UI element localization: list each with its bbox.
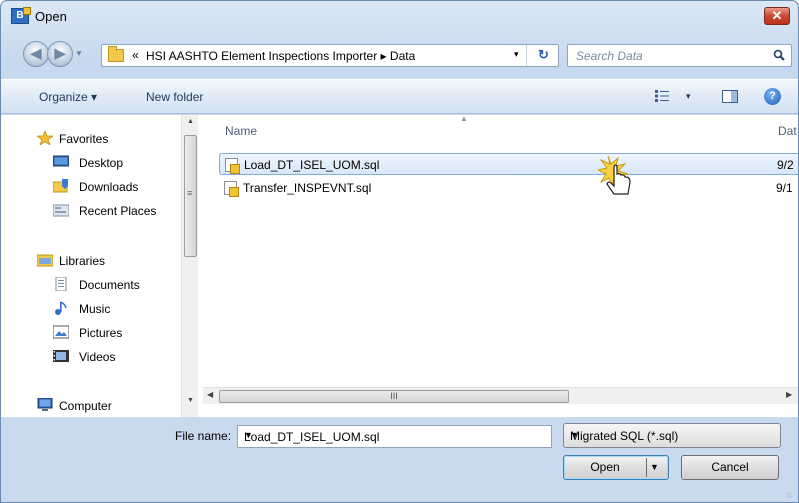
sidebar-item-label: Computer <box>59 399 112 413</box>
file-row[interactable]: Load_DT_ISEL_UOM.sql 9/2 <box>219 153 798 175</box>
hand-pointer-cursor-icon <box>598 155 631 195</box>
file-name-field[interactable]: Load_DT_ISEL_UOM.sql ▼ <box>237 425 552 448</box>
command-bar: Organize ▾ New folder ▾ ? <box>1 79 798 114</box>
music-icon <box>53 301 69 315</box>
sidebar-item-label: Downloads <box>79 180 139 194</box>
column-header-date[interactable]: Dat <box>778 124 797 138</box>
open-button-label[interactable]: Open <box>564 456 646 479</box>
new-folder-button[interactable]: New folder <box>146 90 203 104</box>
open-options-dropdown[interactable]: ▼ <box>650 456 659 479</box>
dialog-title: Open <box>35 9 67 24</box>
open-split-divider <box>646 458 647 477</box>
sidebar-item-recent-places[interactable]: Recent Places <box>1 201 179 221</box>
refresh-button[interactable]: ↻ <box>526 45 560 66</box>
open-dialog: B Open ✕ ◀ ▶ ▼ « HSI AASHTO Element Insp… <box>0 0 799 503</box>
search-placeholder: Search Data <box>576 49 643 63</box>
file-row[interactable]: Transfer_INSPEVNT.sql 9/1 <box>219 177 798 199</box>
recent-places-icon <box>52 203 70 217</box>
pictures-icon <box>52 325 70 339</box>
sidebar-item-libraries[interactable]: Libraries <box>1 251 179 271</box>
file-name-dropdown[interactable]: ▼ <box>244 430 545 440</box>
sidebar-item-pictures[interactable]: Pictures <box>1 323 179 343</box>
sidebar-item-music[interactable]: Music <box>1 299 179 319</box>
forward-button[interactable]: ▶ <box>47 41 73 67</box>
file-name[interactable]: Load_DT_ISEL_UOM.sql <box>244 158 379 172</box>
sidebar-item-label: Recent Places <box>79 204 157 218</box>
open-button[interactable]: Open ▼ <box>563 455 669 480</box>
navigation-pane-scrollbar[interactable]: ▲ ▼ <box>181 115 198 417</box>
scroll-left-arrow[interactable]: ◀ <box>207 390 213 399</box>
sidebar-item-label: Documents <box>79 278 140 292</box>
horizontal-scroll-thumb[interactable]: III <box>219 390 569 403</box>
sidebar-item-downloads[interactable]: Downloads <box>1 177 179 197</box>
help-icon[interactable]: ? <box>764 88 781 105</box>
sidebar-item-label: Favorites <box>59 132 109 146</box>
file-type-select[interactable]: Migrated SQL (*.sql) ▼ <box>563 423 781 448</box>
recent-locations-dropdown[interactable]: ▼ <box>75 49 83 58</box>
column-header-name[interactable]: Name <box>225 124 257 138</box>
address-dropdown[interactable]: ▾ <box>514 49 519 60</box>
sidebar-item-documents[interactable]: Documents <box>1 275 179 295</box>
address-bar[interactable]: « HSI AASHTO Element Inspections Importe… <box>101 44 559 67</box>
search-input[interactable]: Search Data <box>567 44 792 67</box>
sql-file-icon <box>225 158 240 174</box>
navigation-bar: ◀ ▶ ▼ « HSI AASHTO Element Inspections I… <box>1 39 798 69</box>
back-button[interactable]: ◀ <box>23 41 49 67</box>
sql-file-icon <box>224 181 239 197</box>
cancel-button[interactable]: Cancel <box>681 455 779 480</box>
file-name[interactable]: Transfer_INSPEVNT.sql <box>243 181 371 195</box>
address-overflow-chevron[interactable]: « <box>132 48 139 62</box>
sidebar-item-label: Pictures <box>79 326 123 340</box>
star-icon <box>35 129 55 147</box>
preview-pane-icon[interactable] <box>722 90 738 103</box>
sidebar-item-label: Music <box>79 302 111 316</box>
folder-icon <box>108 46 124 62</box>
scroll-up-arrow[interactable]: ▲ <box>182 118 199 125</box>
file-date: 9/2 <box>777 158 794 172</box>
scroll-right-arrow[interactable]: ▶ <box>786 390 792 399</box>
sort-ascending-icon: ▲ <box>460 114 468 123</box>
sidebar-item-label: Libraries <box>59 254 106 268</box>
search-icon[interactable] <box>773 49 785 61</box>
computer-icon <box>37 397 53 412</box>
libraries-icon <box>36 253 54 267</box>
close-button[interactable]: ✕ <box>764 7 790 25</box>
navigation-scroll-thumb[interactable] <box>184 135 197 257</box>
documents-icon <box>53 276 69 292</box>
column-header: ▲ Name Dat <box>203 114 798 143</box>
videos-icon <box>53 349 69 363</box>
view-options-icon[interactable] <box>655 90 669 102</box>
desktop-icon <box>52 155 70 169</box>
chevron-down-icon[interactable]: ▼ <box>570 430 774 440</box>
navigation-pane: Favorites Desktop Downloads Recent Places Li… <box>1 115 201 417</box>
sidebar-item-videos[interactable]: Videos <box>1 347 179 367</box>
title-bar: B Open ✕ <box>1 1 798 31</box>
file-list: ▲ Name Dat Load_DT_ISEL_UOM.sql 9/2 Transf… <box>203 114 798 387</box>
address-path[interactable]: HSI AASHTO Element Inspections Importer … <box>146 49 415 63</box>
resize-grip-icon[interactable]: ⁞⁞ <box>787 491 797 501</box>
view-options-dropdown[interactable]: ▾ <box>686 91 691 102</box>
content-area: Favorites Desktop Downloads Recent Places Li… <box>1 114 798 417</box>
file-date: 9/1 <box>776 181 793 195</box>
scroll-down-arrow[interactable]: ▼ <box>182 397 199 404</box>
organize-menu[interactable]: Organize ▾ <box>39 90 97 104</box>
horizontal-scrollbar[interactable]: ◀ III ▶ <box>203 387 798 404</box>
dialog-footer: File name: Load_DT_ISEL_UOM.sql ▼ Migrat… <box>1 417 798 502</box>
sidebar-item-label: Desktop <box>79 156 124 170</box>
downloads-icon <box>52 179 69 193</box>
app-icon: B <box>11 7 31 24</box>
sidebar-item-computer[interactable]: Computer <box>1 396 179 416</box>
sidebar-item-favorites[interactable]: Favorites <box>1 129 179 149</box>
sidebar-item-label: Videos <box>79 350 116 364</box>
sidebar-item-desktop[interactable]: Desktop <box>1 153 179 173</box>
file-name-label: File name: <box>175 429 232 443</box>
